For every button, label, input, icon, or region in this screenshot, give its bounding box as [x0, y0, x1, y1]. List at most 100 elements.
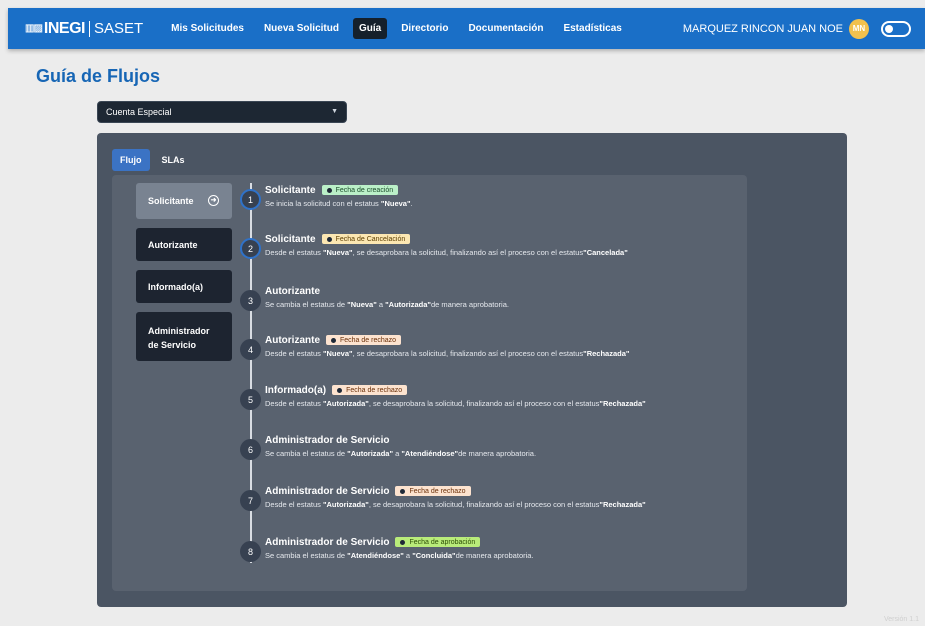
step-body: Administrador de Servicio Fecha de aproba…: [265, 535, 735, 561]
date-badge: Fecha de rechazo: [326, 335, 402, 345]
role-list: Solicitante ➜ Autorizante Informado(a) A…: [136, 183, 232, 370]
description-text: de manera aprobatoria.: [455, 551, 534, 560]
clock-icon: [326, 236, 332, 242]
step-description: Desde el estatus "Nueva", se desaprobara…: [265, 349, 735, 358]
description-text: Desde el estatus: [265, 349, 323, 358]
flow-timeline: 1 Solicitante Fecha de creación Se inicia l…: [240, 175, 740, 591]
step-number: 3: [240, 290, 261, 311]
brand-saset: SASET: [93, 20, 144, 37]
step-number: 2: [240, 238, 261, 259]
tab-bar: Flujo SLAs: [112, 149, 197, 171]
status-name: "Autorizada": [385, 300, 431, 309]
badge-label: Fecha de aprobación: [409, 538, 476, 546]
step-body: Administrador de Servicio Fecha de rechaz…: [265, 484, 735, 510]
theme-toggle[interactable]: [881, 20, 911, 37]
avatar[interactable]: MN: [849, 18, 869, 39]
description-text: Se cambia el estatus de: [265, 551, 348, 560]
step-role: Solicitante: [265, 184, 316, 196]
step-number: 7: [240, 490, 261, 511]
clock-icon: [400, 488, 406, 494]
step-body: Autorizante Fecha de rechazo Desde el esta…: [265, 333, 735, 359]
description-text: , se desaprobara la solicitud, finalizan…: [368, 399, 600, 408]
description-text: .: [410, 199, 413, 208]
step-body: Administrador de Servicio Se cambia el es…: [265, 433, 735, 459]
step-title: Autorizante: [265, 284, 735, 298]
step-title: Administrador de Servicio Fecha de aproba…: [265, 535, 735, 549]
step-number: 6: [240, 439, 261, 460]
user-name[interactable]: MARQUEZ RINCON JUAN NOE: [683, 23, 843, 35]
step-role: Autorizante: [265, 334, 320, 346]
role-solicitante[interactable]: Solicitante ➜: [136, 183, 232, 219]
brand-logo[interactable]: ▥▨ INEGI SASET: [25, 20, 143, 38]
status-name: "Atendiéndose": [347, 551, 404, 560]
step-body: Solicitante Fecha de Cancelación Desde el …: [265, 232, 735, 258]
status-name: "Cancelada": [583, 248, 628, 257]
clock-icon: [326, 187, 332, 193]
step-role: Administrador de Servicio: [265, 536, 390, 548]
step-body: Informado(a) Fecha de rechazo Desde el est…: [265, 383, 735, 409]
role-label: Informado(a): [148, 281, 203, 292]
step-number: 4: [240, 339, 261, 360]
status-name: "Rechazada": [599, 399, 646, 408]
clock-icon: [331, 337, 336, 343]
step-description: Se inicia la solicitud con el estatus "N…: [265, 199, 735, 208]
status-name: "Nueva": [322, 248, 353, 257]
description-text: , se desaprobara la solicitud, finalizan…: [368, 500, 600, 509]
step-body: Solicitante Fecha de creación Se inicia la…: [265, 183, 735, 209]
brand-divider: [88, 20, 90, 37]
nav-directorio[interactable]: Directorio: [395, 18, 454, 39]
description-text: , se desaprobara la solicitud, finalizan…: [352, 349, 584, 358]
date-badge: Fecha de rechazo: [395, 486, 471, 496]
badge-label: Fecha de rechazo: [346, 386, 403, 394]
flow-card: Flujo SLAs Solicitante ➜ Autorizante Inf…: [97, 133, 847, 607]
status-name: "Concluida": [412, 551, 456, 560]
nav-estadisticas[interactable]: Estadísticas: [557, 18, 627, 39]
step-role: Informado(a): [265, 384, 327, 396]
badge-label: Fecha de rechazo: [340, 336, 397, 344]
inegi-emblem-icon: ▥▨: [25, 23, 43, 34]
step-role: Administrador de Servicio: [265, 434, 390, 446]
tab-slas[interactable]: SLAs: [154, 149, 193, 171]
role-informado[interactable]: Informado(a): [136, 270, 232, 303]
step-title: Administrador de Servicio: [265, 433, 735, 447]
toggle-knob: [885, 24, 893, 33]
step-title: Solicitante Fecha de Cancelación: [265, 232, 735, 246]
role-administrador-servicio[interactable]: Administrador de Servicio: [136, 312, 232, 361]
description-text: Desde el estatus: [265, 399, 323, 408]
step-role: Solicitante: [265, 233, 316, 245]
date-badge: Fecha de Cancelación: [321, 234, 411, 244]
status-name: "Autorizada": [322, 399, 369, 408]
step-description: Se cambia el estatus de "Autorizada" a "…: [265, 449, 735, 458]
status-name: "Rechazada": [599, 500, 646, 509]
nav-documentacion[interactable]: Documentación: [462, 18, 549, 39]
step-title: Solicitante Fecha de creación: [265, 183, 735, 197]
description-text: Desde el estatus: [265, 248, 323, 257]
user-area: MARQUEZ RINCON JUAN NOE MN: [683, 18, 911, 39]
nav-guia[interactable]: Guía: [352, 18, 388, 39]
step-role: Administrador de Servicio: [265, 485, 390, 497]
nav-mis-solicitudes[interactable]: Mis Solicitudes: [165, 18, 250, 39]
flow-select-value: Cuenta Especial: [106, 107, 172, 117]
brand-inegi: INEGI: [43, 19, 86, 37]
step-number: 1: [240, 189, 261, 210]
nav-nueva-solicitud[interactable]: Nueva Solicitud: [258, 18, 345, 39]
description-text: Se cambia el estatus de: [265, 449, 348, 458]
description-text: Desde el estatus: [265, 500, 323, 509]
description-text: a: [376, 300, 386, 309]
date-badge: Fecha de creación: [321, 185, 399, 195]
tab-flujo[interactable]: Flujo: [112, 149, 150, 171]
nav-links: Mis Solicitudes Nueva Solicitud Guía Dir…: [165, 18, 636, 39]
status-name: "Nueva": [380, 199, 411, 208]
flow-type-select[interactable]: Cuenta Especial ▼: [97, 101, 347, 123]
badge-label: Fecha de rechazo: [409, 487, 466, 495]
badge-label: Fecha de Cancelación: [335, 235, 406, 243]
role-autorizante[interactable]: Autorizante: [136, 228, 232, 261]
step-description: Desde el estatus "Autorizada", se desapr…: [265, 500, 735, 509]
step-number: 5: [240, 389, 261, 410]
page-title: Guía de Flujos: [36, 66, 161, 86]
chevron-down-icon: ▼: [331, 108, 338, 115]
step-description: Se cambia el estatus de "Nueva" a "Autor…: [265, 300, 735, 309]
description-text: de manera aprobatoria.: [458, 449, 537, 458]
description-text: , se desaprobara la solicitud, finalizan…: [352, 248, 584, 257]
description-text: Se inicia la solicitud con el estatus: [265, 199, 381, 208]
